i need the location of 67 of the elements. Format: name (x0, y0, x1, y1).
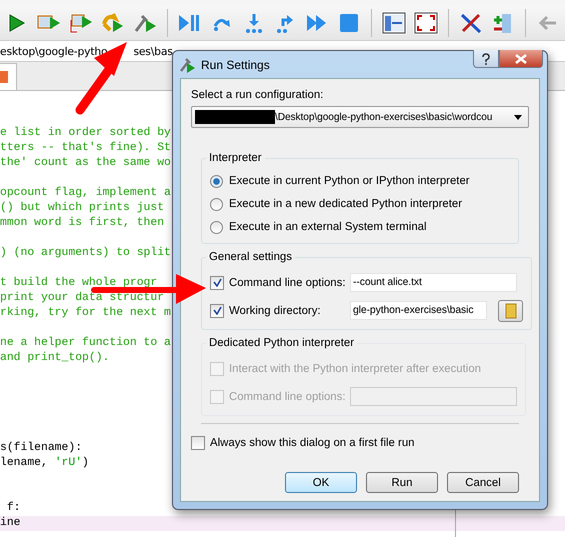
directory-field[interactable]: gle-python-exercises\basic (350, 301, 487, 320)
group-title: Dedicated Python interpreter (208, 337, 355, 349)
folder-icon (504, 302, 516, 318)
maximize-icon (414, 12, 438, 34)
option-label: Command line options: (229, 390, 345, 402)
config-label: Select a run configuration: (191, 89, 324, 101)
group-title: Interpreter (208, 152, 263, 164)
radio-label: Execute in current Python or IPython interpreter (229, 175, 470, 187)
group-title: General settings (208, 251, 293, 263)
close-icon (515, 54, 527, 64)
code-comment: opcount flag, implement a (0, 187, 171, 199)
code-comment: e list in order sorted by (0, 127, 171, 139)
radio-button[interactable] (210, 220, 223, 234)
code-line: lename, 'rU') (0, 457, 89, 469)
help-icon (482, 52, 490, 64)
check-icon (212, 306, 222, 315)
code-line: ine (0, 517, 21, 529)
file-path: esktop\google-pytho (0, 44, 108, 58)
option-label: Working directory: (229, 304, 322, 316)
run-cell-icon (68, 12, 93, 34)
close-button[interactable] (499, 50, 543, 68)
checkbox[interactable] (210, 276, 224, 290)
step-return-icon (275, 12, 296, 34)
pane-button[interactable] (381, 10, 408, 36)
file-icon (0, 71, 8, 83)
dialog-button[interactable]: Cancel (447, 472, 519, 493)
back-arrow-icon (538, 15, 558, 31)
text-field[interactable]: --count alice.txt (350, 273, 517, 292)
code-line: f: (6, 502, 21, 514)
dialog-button[interactable]: OK (285, 472, 357, 493)
config-dropdown[interactable]: \Desktop\google-python-exercises\basic\wordcou (191, 106, 529, 128)
maximize-button[interactable] (413, 10, 440, 36)
option-label: Command line options: (229, 276, 345, 288)
check-icon (212, 278, 222, 287)
fast-forward-icon (306, 13, 328, 33)
arrows-icon (100, 12, 125, 34)
code-comment: print your data structur (0, 292, 164, 304)
radio-label: Execute in an external System terminal (229, 221, 427, 233)
code-comment: mmon word is first, then (0, 217, 164, 229)
checkbox-label: Always show this dialog on a first file run (210, 436, 414, 448)
file-tab[interactable] (0, 63, 17, 90)
dialog-title: Run Settings (201, 58, 270, 72)
step-into-icon (244, 12, 264, 34)
play-icon (8, 14, 25, 32)
radio-label: Execute in a new dedicated Python interpreter (229, 198, 462, 210)
caret-icon (514, 114, 522, 120)
code-comment: () but which prints just (0, 202, 164, 214)
code-comment: the' count as the same wo (0, 157, 171, 169)
code-comment: rking, try for the next m (0, 307, 171, 319)
file-path: ses\bas (133, 44, 173, 58)
code-line: s(filename): (0, 442, 82, 454)
checkbox-label: Interact with the Python interpreter after execution (229, 362, 481, 374)
code-comment: and print_top(). (0, 352, 110, 364)
dialog-button[interactable]: Run (366, 472, 438, 493)
play-pause-icon (178, 13, 202, 33)
tools-icon (459, 12, 484, 34)
stop-icon (339, 13, 360, 33)
code-comment: ne a helper function to a (0, 337, 171, 349)
checkbox[interactable] (210, 304, 224, 318)
code-comment: t build the whole progr (0, 277, 158, 289)
code-comment: tters -- that's fine). St (0, 142, 171, 154)
radio-button[interactable] (210, 174, 223, 188)
browse-button[interactable] (498, 300, 523, 322)
checkbox[interactable] (191, 436, 205, 450)
help-button[interactable] (473, 50, 499, 68)
radio-button[interactable] (210, 198, 223, 210)
code-comment: ) (no arguments) to split (0, 247, 171, 259)
